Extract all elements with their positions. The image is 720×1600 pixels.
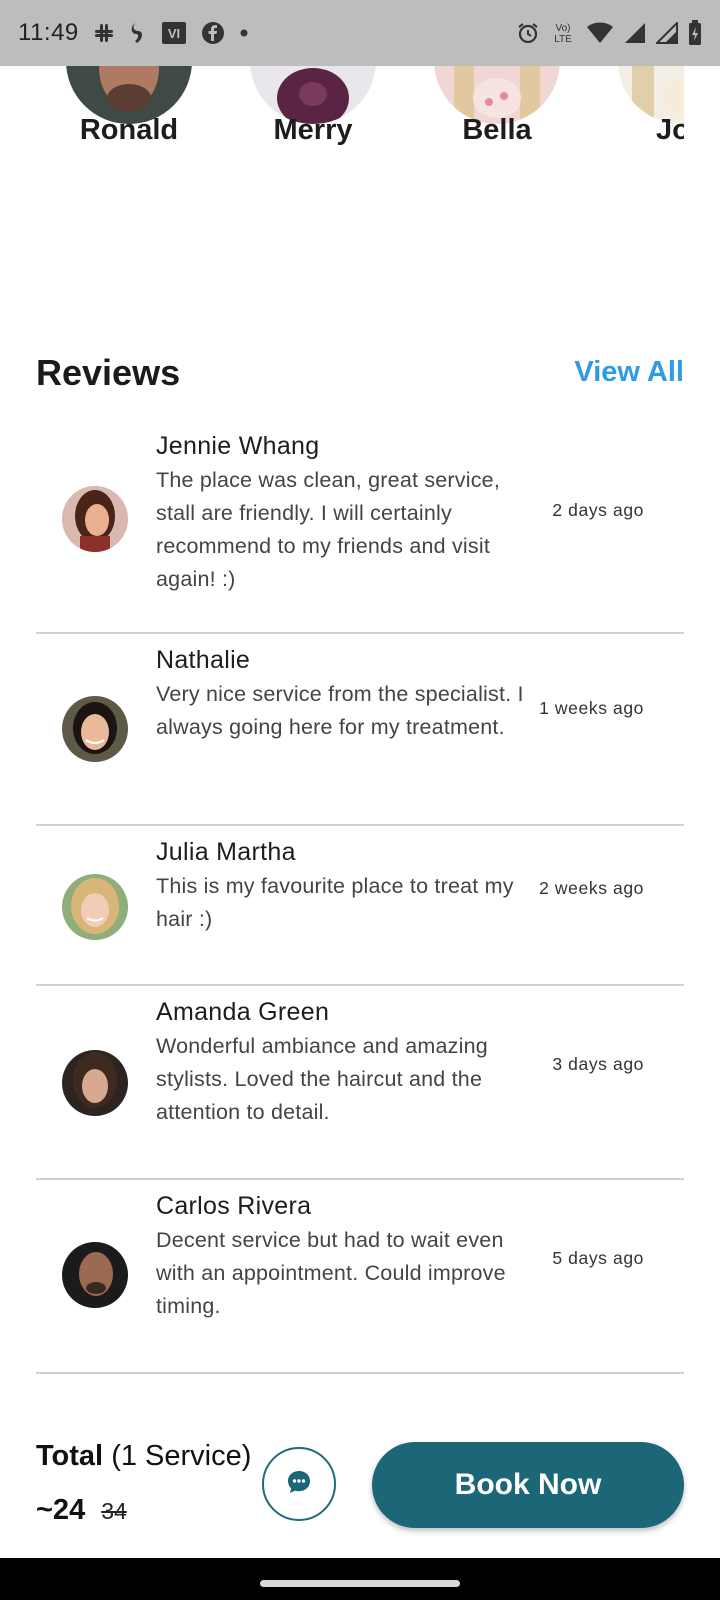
review-text: Wonderful ambiance and amazing stylists.… (156, 1034, 488, 1124)
status-time: 11:49 (18, 19, 79, 46)
reviewer-name: Jennie Whang (156, 432, 320, 460)
slack-icon (93, 22, 115, 44)
facebook-icon (201, 21, 225, 45)
view-all-link[interactable]: View All (574, 356, 684, 389)
reviews-title: Reviews (36, 352, 181, 393)
price-row: ~24 34 (36, 1494, 127, 1527)
status-bar: 11:49 VI Vo) LTE (0, 0, 720, 66)
review-text: This is my favourite place to treat my h… (156, 874, 514, 931)
review-text: The place was clean, great service, stal… (156, 468, 500, 591)
signal-icon-2 (656, 22, 678, 44)
status-bar-left: 11:49 VI (18, 19, 249, 47)
current-price: ~24 (36, 1494, 86, 1526)
chat-icon (286, 1469, 312, 1500)
service-count: (1 Service) (111, 1440, 252, 1472)
review-item[interactable]: Carlos Rivera Decent service but had to … (36, 1180, 684, 1374)
alarm-icon (516, 21, 540, 45)
stylist-name: Jos (656, 114, 684, 146)
home-gesture-handle[interactable] (260, 1580, 460, 1587)
stylist-name: Ronald (79, 114, 179, 146)
volte-icon: Vo) LTE (550, 21, 576, 45)
review-item[interactable]: Jennie Whang The place was clean, great … (36, 420, 684, 634)
wifi-icon (586, 22, 614, 44)
volte-text-top: Vo) (555, 23, 570, 34)
original-price: 34 (101, 1498, 127, 1524)
reviewer-avatar (62, 696, 128, 762)
reviewer-avatar (62, 874, 128, 940)
review-time: 1 weeks ago (539, 698, 644, 718)
book-now-button[interactable]: Book Now (372, 1442, 684, 1528)
total-label: Total (1 Service) (36, 1440, 251, 1473)
stylist-name: Bella (462, 114, 532, 146)
review-time: 2 days ago (552, 500, 644, 520)
vi-icon: VI (161, 21, 187, 45)
chat-button[interactable] (262, 1447, 336, 1521)
battery-icon (688, 20, 702, 46)
reviewer-name: Carlos Rivera (156, 1192, 312, 1220)
stylists-row[interactable]: Ronald Merry Bella Jos (0, 66, 684, 166)
reviewer-name: Amanda Green (156, 998, 330, 1026)
review-time: 5 days ago (552, 1248, 644, 1268)
navigation-bar (0, 1558, 720, 1600)
signal-icon (624, 22, 646, 44)
reviewer-avatar (62, 486, 128, 552)
status-bar-right: Vo) LTE (516, 20, 702, 46)
dot-icon (239, 28, 249, 38)
gesture-icon (129, 21, 147, 45)
review-item[interactable]: Amanda Green Wonderful ambiance and amaz… (36, 986, 684, 1180)
reviewer-name: Nathalie (156, 646, 251, 674)
stylist-name: Merry (273, 114, 353, 146)
total-title: Total (36, 1440, 104, 1472)
review-time: 3 days ago (552, 1054, 644, 1074)
volte-text-bottom: LTE (554, 34, 572, 45)
review-item[interactable]: Julia Martha This is my favourite place … (36, 826, 684, 986)
review-text: Very nice service from the specialist. I… (156, 682, 524, 739)
reviewer-avatar (62, 1050, 128, 1116)
reviewer-avatar (62, 1242, 128, 1308)
review-text: Decent service but had to wait even with… (156, 1228, 506, 1318)
review-time: 2 weeks ago (539, 878, 644, 898)
reviewer-name: Julia Martha (156, 838, 296, 866)
vi-text: VI (168, 26, 180, 41)
review-item[interactable]: Nathalie Very nice service from the spec… (36, 634, 684, 826)
